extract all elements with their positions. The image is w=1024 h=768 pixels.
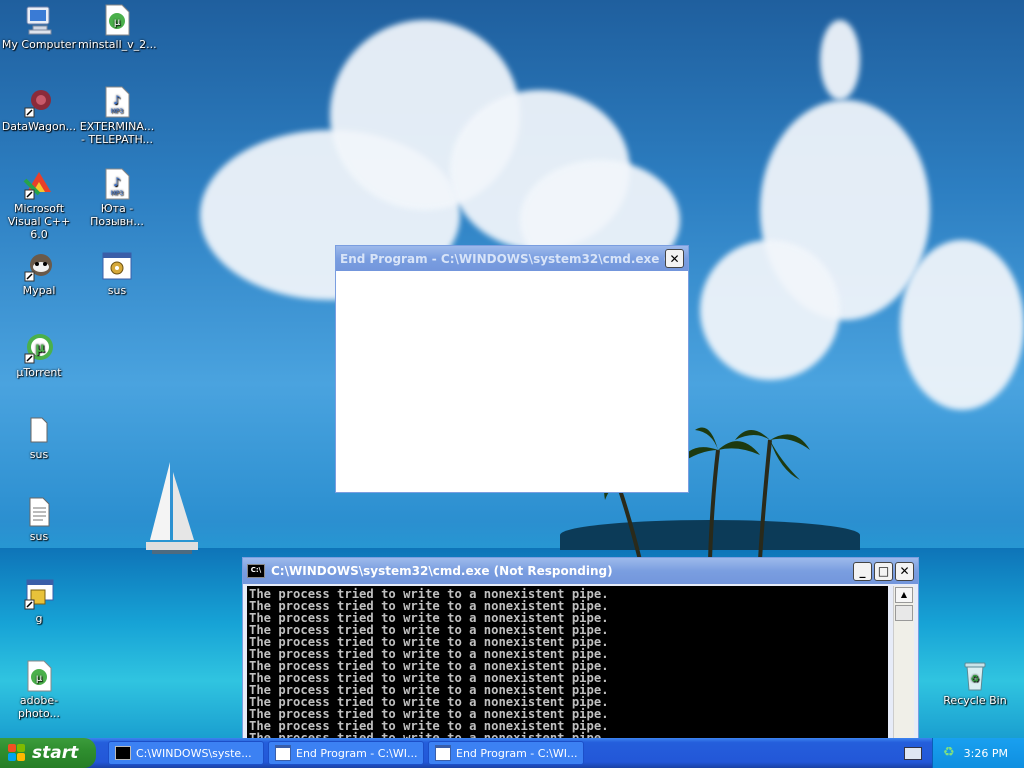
start-label: start — [32, 743, 79, 763]
desktop-icon-sus-text[interactable]: sus — [0, 496, 78, 543]
start-button[interactable]: start — [0, 738, 96, 768]
svg-text:µ: µ — [114, 17, 121, 28]
desktop-icon-label: µTorrent — [16, 366, 62, 379]
cmd-titlebar[interactable]: C:\ C:\WINDOWS\system32\cmd.exe (Not Res… — [243, 558, 918, 584]
desktop-icon-adobe-photo[interactable]: µ adobe-photo... — [0, 660, 78, 720]
utorrent-file-icon: µ — [101, 4, 133, 36]
desktop-icon-minstall[interactable]: µ minstall_v_2... — [78, 4, 157, 51]
visual-cpp-icon — [23, 168, 55, 200]
utorrent-file-icon: µ — [23, 660, 55, 692]
keyboard-icon[interactable] — [904, 747, 922, 760]
program-icon — [101, 250, 133, 282]
text-file-icon — [23, 496, 55, 528]
window-icon — [435, 745, 451, 761]
desktop-icon-label: sus — [107, 284, 127, 297]
cmd-console-output[interactable]: The process tried to write to a nonexist… — [247, 586, 888, 739]
desktop-icon-sus-exe[interactable]: sus — [78, 250, 156, 297]
desktop-icon-label: sus — [29, 448, 49, 461]
mp3-file-icon: ♪ MP3 — [101, 168, 133, 200]
desktop-icon-yuta[interactable]: ♪ MP3 Юта - Позывн... — [78, 168, 156, 228]
clock[interactable]: 3:26 PM — [964, 747, 1008, 760]
svg-text:♻: ♻ — [971, 674, 980, 685]
end-program-titlebar[interactable]: End Program - C:\WINDOWS\system32\cmd.ex… — [336, 246, 688, 271]
mypal-icon — [23, 250, 55, 282]
desktop-icon-g[interactable]: g — [0, 578, 78, 625]
svg-text:MP3: MP3 — [111, 108, 124, 115]
recycle-bin-icon: ♻ — [959, 660, 991, 692]
svg-text:♪: ♪ — [113, 175, 121, 189]
taskbar-button-label: C:\WINDOWS\syste... — [136, 746, 252, 760]
cmd-icon — [115, 746, 131, 760]
cmd-title: C:\WINDOWS\system32\cmd.exe (Not Respond… — [271, 564, 613, 578]
scroll-up-button[interactable]: ▲ — [895, 587, 913, 603]
mp3-file-icon: ♪ MP3 — [101, 86, 133, 118]
desktop-icon-label: minstall_v_2... — [78, 38, 157, 51]
scroll-thumb[interactable] — [895, 605, 913, 621]
desktop-icon-label: Microsoft Visual C++ 6.0 — [7, 202, 71, 241]
maximize-button[interactable]: □ — [874, 561, 893, 581]
taskbar-button-end-program-1[interactable]: End Program - C:\WI... — [268, 741, 424, 765]
desktop-icon-label: DataWagon... — [1, 120, 77, 133]
datawagon-icon — [23, 86, 55, 118]
utorrent-icon: µ — [23, 332, 55, 364]
desktop-icon-label: Recycle Bin — [943, 694, 1007, 707]
end-program-window[interactable]: End Program - C:\WINDOWS\system32\cmd.ex… — [335, 245, 689, 493]
desktop-icon-my-computer[interactable]: My Computer — [0, 4, 78, 51]
close-icon: ✕ — [899, 564, 910, 578]
window-icon — [275, 745, 291, 761]
svg-text:♪: ♪ — [113, 93, 121, 107]
svg-text:µ: µ — [36, 673, 43, 684]
windows-flag-icon — [8, 744, 26, 762]
svg-text:µ: µ — [35, 341, 45, 356]
desktop-icon-label: Юта - Позывн... — [90, 202, 144, 228]
cmd-scrollbar[interactable]: ▲ — [893, 586, 914, 739]
desktop-icon-exterminatus[interactable]: ♪ MP3 EXTERMINA... - TELEPATH... — [78, 86, 156, 146]
end-program-body — [336, 271, 688, 492]
desktop-icon-utorrent[interactable]: µ µTorrent — [0, 332, 78, 379]
system-tray: ♻ 3:26 PM — [932, 738, 1024, 768]
minimize-icon: _ — [859, 564, 866, 578]
desktop-icon-label: sus — [29, 530, 49, 543]
desktop-icon-label: adobe-photo... — [17, 694, 61, 720]
close-icon: ✕ — [669, 251, 680, 266]
computer-icon — [23, 4, 55, 36]
desktop-icon-label: g — [35, 612, 43, 625]
desktop-icon-sus-file[interactable]: sus — [0, 414, 78, 461]
taskbar-button-label: End Program - C:\WI... — [456, 746, 578, 760]
taskbar-button-end-program-2[interactable]: End Program - C:\WI... — [428, 741, 584, 765]
program-icon — [23, 578, 55, 610]
taskbar-button-cmd[interactable]: C:\WINDOWS\syste... — [108, 741, 264, 765]
minimize-button[interactable]: _ — [853, 561, 872, 581]
desktop-icon-label: My Computer — [1, 38, 77, 51]
end-program-close-button[interactable]: ✕ — [665, 249, 684, 268]
cmd-close-button[interactable]: ✕ — [895, 561, 914, 581]
svg-text:MP3: MP3 — [111, 190, 124, 197]
file-icon — [23, 414, 55, 446]
network-icon[interactable]: ♻ — [943, 745, 959, 761]
taskbar: start C:\WINDOWS\syste... End Program - … — [0, 738, 1024, 768]
desktop-icon-datawagon[interactable]: DataWagon... — [0, 86, 78, 133]
maximize-icon: □ — [877, 564, 890, 578]
desktop-icon-label: Mypal — [22, 284, 56, 297]
cmd-icon: C:\ — [247, 564, 265, 578]
desktop-icon-label: EXTERMINA... - TELEPATH... — [79, 120, 155, 146]
sailboat-image — [146, 462, 198, 554]
cmd-window[interactable]: C:\ C:\WINDOWS\system32\cmd.exe (Not Res… — [242, 557, 919, 740]
taskbar-button-label: End Program - C:\WI... — [296, 746, 418, 760]
desktop-icon-visual-cpp[interactable]: Microsoft Visual C++ 6.0 — [0, 168, 78, 241]
desktop-icon-recycle-bin[interactable]: ♻ Recycle Bin — [936, 660, 1014, 707]
arrow-up-icon: ▲ — [900, 590, 908, 599]
desktop-icon-mypal[interactable]: Mypal — [0, 250, 78, 297]
end-program-title: End Program - C:\WINDOWS\system32\cmd.ex… — [340, 251, 665, 266]
